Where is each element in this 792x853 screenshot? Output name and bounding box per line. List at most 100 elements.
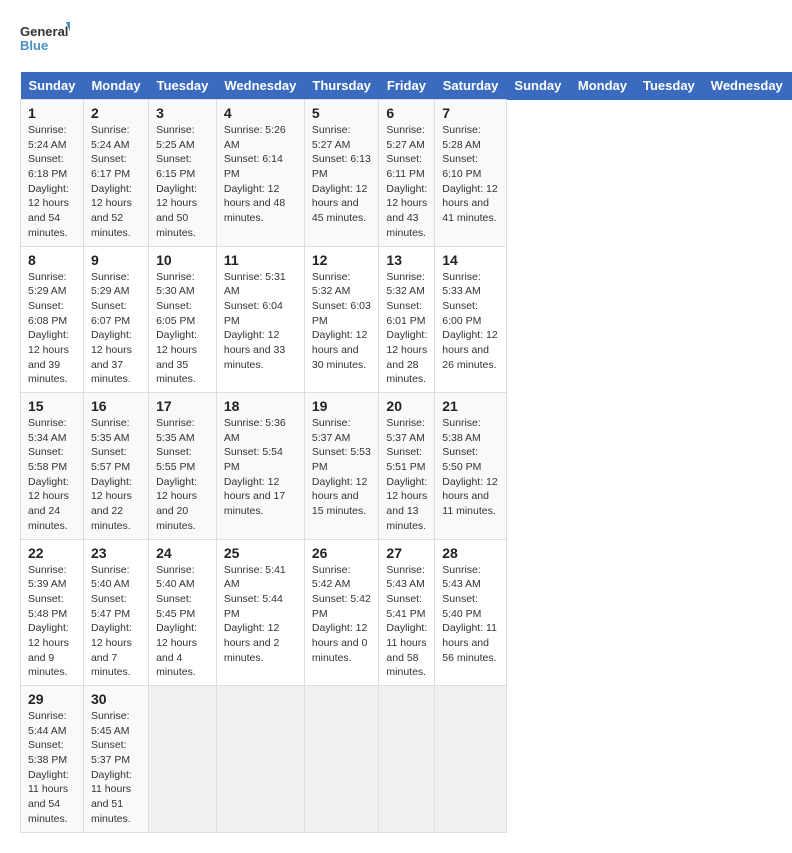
day-number: 28 <box>442 545 499 561</box>
calendar-cell: 19 Sunrise: 5:37 AMSunset: 5:53 PMDaylig… <box>304 393 379 540</box>
day-info: Sunrise: 5:28 AMSunset: 6:10 PMDaylight:… <box>442 124 497 224</box>
day-number: 12 <box>312 252 372 268</box>
day-info: Sunrise: 5:27 AMSunset: 6:13 PMDaylight:… <box>312 124 371 224</box>
day-info: Sunrise: 5:37 AMSunset: 5:53 PMDaylight:… <box>312 417 371 517</box>
day-info: Sunrise: 5:44 AMSunset: 5:38 PMDaylight:… <box>28 710 69 825</box>
day-number: 27 <box>386 545 427 561</box>
calendar-cell: 15 Sunrise: 5:34 AMSunset: 5:58 PMDaylig… <box>21 393 84 540</box>
day-info: Sunrise: 5:26 AMSunset: 6:14 PMDaylight:… <box>224 124 286 224</box>
calendar-cell: 26 Sunrise: 5:42 AMSunset: 5:42 PMDaylig… <box>304 539 379 686</box>
calendar-cell <box>216 686 304 833</box>
day-number: 13 <box>386 252 427 268</box>
day-info: Sunrise: 5:37 AMSunset: 5:51 PMDaylight:… <box>386 417 427 532</box>
day-info: Sunrise: 5:42 AMSunset: 5:42 PMDaylight:… <box>312 564 371 664</box>
day-info: Sunrise: 5:29 AMSunset: 6:07 PMDaylight:… <box>91 271 132 386</box>
day-number: 26 <box>312 545 372 561</box>
day-info: Sunrise: 5:29 AMSunset: 6:08 PMDaylight:… <box>28 271 69 386</box>
day-info: Sunrise: 5:43 AMSunset: 5:41 PMDaylight:… <box>386 564 427 679</box>
page-header: General Blue <box>20 20 772 62</box>
header-tuesday: Tuesday <box>149 72 217 100</box>
day-info: Sunrise: 5:35 AMSunset: 5:55 PMDaylight:… <box>156 417 197 532</box>
day-info: Sunrise: 5:43 AMSunset: 5:40 PMDaylight:… <box>442 564 497 664</box>
day-info: Sunrise: 5:25 AMSunset: 6:15 PMDaylight:… <box>156 124 197 239</box>
calendar-cell: 24 Sunrise: 5:40 AMSunset: 5:45 PMDaylig… <box>149 539 217 686</box>
calendar-week-1: 1 Sunrise: 5:24 AMSunset: 6:18 PMDayligh… <box>21 100 792 247</box>
header-tuesday: Tuesday <box>635 72 703 100</box>
calendar-cell: 13 Sunrise: 5:32 AMSunset: 6:01 PMDaylig… <box>379 246 435 393</box>
calendar-cell: 12 Sunrise: 5:32 AMSunset: 6:03 PMDaylig… <box>304 246 379 393</box>
day-info: Sunrise: 5:40 AMSunset: 5:45 PMDaylight:… <box>156 564 197 679</box>
calendar-cell: 27 Sunrise: 5:43 AMSunset: 5:41 PMDaylig… <box>379 539 435 686</box>
calendar-cell: 2 Sunrise: 5:24 AMSunset: 6:17 PMDayligh… <box>83 100 148 247</box>
day-number: 23 <box>91 545 141 561</box>
day-number: 24 <box>156 545 209 561</box>
day-number: 20 <box>386 398 427 414</box>
logo: General Blue <box>20 20 70 62</box>
header-monday: Monday <box>83 72 148 100</box>
calendar-cell: 17 Sunrise: 5:35 AMSunset: 5:55 PMDaylig… <box>149 393 217 540</box>
header-saturday: Saturday <box>435 72 507 100</box>
day-info: Sunrise: 5:31 AMSunset: 6:04 PMDaylight:… <box>224 271 286 371</box>
day-info: Sunrise: 5:45 AMSunset: 5:37 PMDaylight:… <box>91 710 132 825</box>
day-info: Sunrise: 5:32 AMSunset: 6:03 PMDaylight:… <box>312 271 371 371</box>
day-number: 3 <box>156 105 209 121</box>
day-info: Sunrise: 5:39 AMSunset: 5:48 PMDaylight:… <box>28 564 69 679</box>
day-number: 15 <box>28 398 76 414</box>
day-number: 18 <box>224 398 297 414</box>
calendar-cell: 23 Sunrise: 5:40 AMSunset: 5:47 PMDaylig… <box>83 539 148 686</box>
calendar-cell: 25 Sunrise: 5:41 AMSunset: 5:44 PMDaylig… <box>216 539 304 686</box>
calendar-cell: 6 Sunrise: 5:27 AMSunset: 6:11 PMDayligh… <box>379 100 435 247</box>
day-info: Sunrise: 5:38 AMSunset: 5:50 PMDaylight:… <box>442 417 497 517</box>
day-number: 8 <box>28 252 76 268</box>
calendar-cell: 7 Sunrise: 5:28 AMSunset: 6:10 PMDayligh… <box>435 100 507 247</box>
calendar-cell: 22 Sunrise: 5:39 AMSunset: 5:48 PMDaylig… <box>21 539 84 686</box>
calendar-cell <box>304 686 379 833</box>
calendar-header-row: SundayMondayTuesdayWednesdayThursdayFrid… <box>21 72 792 100</box>
day-number: 16 <box>91 398 141 414</box>
header-monday: Monday <box>570 72 635 100</box>
day-number: 4 <box>224 105 297 121</box>
day-number: 14 <box>442 252 499 268</box>
calendar-cell <box>379 686 435 833</box>
calendar-cell: 8 Sunrise: 5:29 AMSunset: 6:08 PMDayligh… <box>21 246 84 393</box>
day-info: Sunrise: 5:35 AMSunset: 5:57 PMDaylight:… <box>91 417 132 532</box>
day-number: 17 <box>156 398 209 414</box>
day-info: Sunrise: 5:24 AMSunset: 6:18 PMDaylight:… <box>28 124 69 239</box>
calendar-cell: 28 Sunrise: 5:43 AMSunset: 5:40 PMDaylig… <box>435 539 507 686</box>
logo-svg: General Blue <box>20 20 70 62</box>
calendar-cell: 14 Sunrise: 5:33 AMSunset: 6:00 PMDaylig… <box>435 246 507 393</box>
calendar-cell: 29 Sunrise: 5:44 AMSunset: 5:38 PMDaylig… <box>21 686 84 833</box>
day-info: Sunrise: 5:24 AMSunset: 6:17 PMDaylight:… <box>91 124 132 239</box>
day-number: 7 <box>442 105 499 121</box>
calendar-cell: 11 Sunrise: 5:31 AMSunset: 6:04 PMDaylig… <box>216 246 304 393</box>
day-number: 22 <box>28 545 76 561</box>
calendar-cell: 5 Sunrise: 5:27 AMSunset: 6:13 PMDayligh… <box>304 100 379 247</box>
day-number: 21 <box>442 398 499 414</box>
calendar-cell: 10 Sunrise: 5:30 AMSunset: 6:05 PMDaylig… <box>149 246 217 393</box>
calendar-cell: 30 Sunrise: 5:45 AMSunset: 5:37 PMDaylig… <box>83 686 148 833</box>
calendar-cell: 18 Sunrise: 5:36 AMSunset: 5:54 PMDaylig… <box>216 393 304 540</box>
calendar-cell: 16 Sunrise: 5:35 AMSunset: 5:57 PMDaylig… <box>83 393 148 540</box>
day-info: Sunrise: 5:40 AMSunset: 5:47 PMDaylight:… <box>91 564 132 679</box>
day-number: 1 <box>28 105 76 121</box>
day-number: 5 <box>312 105 372 121</box>
calendar-table: SundayMondayTuesdayWednesdayThursdayFrid… <box>20 72 792 833</box>
day-number: 2 <box>91 105 141 121</box>
day-number: 11 <box>224 252 297 268</box>
day-info: Sunrise: 5:36 AMSunset: 5:54 PMDaylight:… <box>224 417 286 517</box>
calendar-week-2: 8 Sunrise: 5:29 AMSunset: 6:08 PMDayligh… <box>21 246 792 393</box>
day-number: 30 <box>91 691 141 707</box>
day-number: 19 <box>312 398 372 414</box>
svg-text:General: General <box>20 24 68 39</box>
day-number: 10 <box>156 252 209 268</box>
header-wednesday: Wednesday <box>703 72 791 100</box>
calendar-cell: 21 Sunrise: 5:38 AMSunset: 5:50 PMDaylig… <box>435 393 507 540</box>
calendar-week-4: 22 Sunrise: 5:39 AMSunset: 5:48 PMDaylig… <box>21 539 792 686</box>
header-friday: Friday <box>379 72 435 100</box>
day-info: Sunrise: 5:30 AMSunset: 6:05 PMDaylight:… <box>156 271 197 386</box>
header-wednesday: Wednesday <box>216 72 304 100</box>
day-info: Sunrise: 5:34 AMSunset: 5:58 PMDaylight:… <box>28 417 69 532</box>
day-info: Sunrise: 5:33 AMSunset: 6:00 PMDaylight:… <box>442 271 497 371</box>
day-number: 29 <box>28 691 76 707</box>
calendar-cell: 3 Sunrise: 5:25 AMSunset: 6:15 PMDayligh… <box>149 100 217 247</box>
